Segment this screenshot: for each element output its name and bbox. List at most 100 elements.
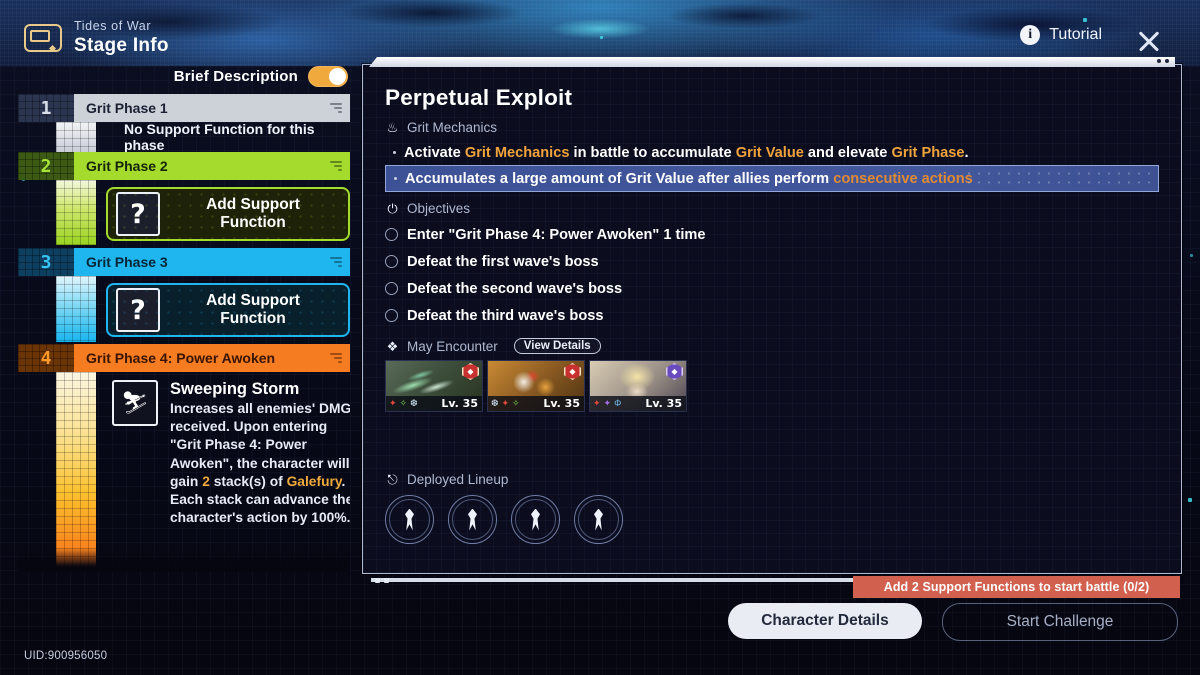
element-icon-fire: ✦: [501, 398, 510, 408]
element-icon-quantum: ✦: [603, 398, 612, 408]
enemy-card[interactable]: ◆ ❆ ✦ ✧ Lv. 35: [487, 360, 585, 412]
lineup-slot[interactable]: [574, 495, 623, 544]
phase-bar: Grit Phase 4: Power Awoken: [74, 344, 350, 372]
mech-part-highlight: Grit Value: [735, 144, 804, 161]
mech-part-highlight: Grit Phase: [891, 144, 965, 161]
brief-description-row: Brief Description: [18, 64, 350, 88]
no-support-text: No Support Function for this phase: [124, 121, 315, 153]
phase-corner-icon: [330, 353, 342, 364]
clock-power-icon: ⏻: [387, 201, 398, 216]
character-silhouette-icon: [594, 508, 603, 531]
objective-item: Defeat the second wave's boss: [385, 275, 1159, 302]
mech-text: Activate Grit Mechanics in battle to acc…: [404, 145, 969, 161]
section-header-grit-mechanics: ♨ Grit Mechanics: [385, 120, 1159, 135]
character-silhouette-icon: [468, 508, 477, 531]
section-label: Grit Mechanics: [407, 120, 498, 135]
phase-number-label: 3: [40, 251, 52, 273]
objective-checkbox-icon: [385, 255, 398, 268]
add-support-function-label: Add Support Function: [206, 196, 300, 231]
panel-top-dots: [1157, 59, 1169, 63]
phase-number-badge: 1: [18, 94, 74, 122]
spark-dot: [1188, 498, 1192, 502]
objective-item: Enter "Grit Phase 4: Power Awoken" 1 tim…: [385, 221, 1159, 248]
element-icon-ice: ❆: [410, 398, 418, 408]
question-mark-icon: ?: [116, 288, 160, 332]
phase-body: ⛷ Sweeping Storm Increases all enemies' …: [18, 372, 350, 572]
mech-part: .: [964, 144, 969, 161]
phase-row[interactable]: 3 Grit Phase 3: [18, 248, 350, 276]
add-support-function-button[interactable]: ? Add Support Function: [106, 187, 350, 241]
mech-part: Activate: [404, 144, 465, 161]
phase-corner-icon: [330, 257, 342, 268]
objective-label: Defeat the second wave's boss: [407, 280, 623, 297]
enemy-list: ◆ ✦ ✧ ❆ Lv. 35 ◆ ❆ ✦ ✧ Lv. 35 ◆ ✦ ✦ Φ Lv…: [385, 360, 1159, 412]
phase-gradient-strip: [56, 276, 96, 342]
brief-description-toggle[interactable]: [308, 65, 348, 87]
running-figure-icon: ⛷: [112, 380, 158, 426]
lineup-slot[interactable]: [448, 495, 497, 544]
panel-content: Perpetual Exploit ♨ Grit Mechanics Activ…: [363, 65, 1181, 573]
mech-part-highlight: consecutive actions: [833, 170, 973, 187]
tutorial-button[interactable]: i Tutorial: [1020, 25, 1102, 45]
phase-number-badge: 3: [18, 248, 74, 276]
spark-dot: [1083, 18, 1087, 22]
phase-label: Grit Phase 2: [86, 158, 168, 174]
element-icon-fire: ✦: [389, 398, 397, 408]
page-title: Stage Info: [74, 34, 169, 56]
question-mark-icon: ?: [116, 192, 160, 236]
enemy-footer: ✦ ✦ Φ Lv. 35: [590, 396, 686, 411]
phase-number-badge: 2: [18, 152, 74, 180]
close-icon[interactable]: [1136, 28, 1162, 54]
phase-gradient-strip: [56, 180, 96, 245]
lineup-slot[interactable]: [385, 495, 434, 544]
enemy-card[interactable]: ◆ ✦ ✧ ❆ Lv. 35: [385, 360, 483, 412]
phase-bar: Grit Phase 2: [74, 152, 350, 180]
brief-description-label: Brief Description: [173, 67, 298, 85]
phase-row[interactable]: 1 Grit Phase 1: [18, 94, 350, 122]
spark-dot: [600, 36, 603, 39]
stage-title: Perpetual Exploit: [385, 85, 573, 110]
section-header-may-encounter: ❖ May Encounter View Details: [385, 338, 1159, 354]
cube-icon: ❖: [386, 338, 399, 354]
phase-row[interactable]: 4 Grit Phase 4: Power Awoken: [18, 344, 350, 372]
header-texts: Tides of War Stage Info: [74, 19, 169, 57]
skill-desc-stacks: 2: [202, 473, 210, 489]
info-icon: i: [1020, 25, 1041, 45]
phase-number-label: 4: [40, 347, 52, 369]
support-skill-card[interactable]: ⛷ Sweeping Storm Increases all enemies' …: [106, 372, 350, 527]
phase-body: ? Add Support Function: [18, 276, 350, 344]
section-label: Deployed Lineup: [407, 472, 509, 487]
phase-body: No Support Function for this phase: [18, 121, 350, 153]
view-details-button[interactable]: View Details: [513, 338, 601, 354]
phase-bar: Grit Phase 1: [74, 94, 350, 122]
section-label: Objectives: [407, 201, 471, 216]
stage-info-screen: Tides of War Stage Info i Tutorial Brief…: [0, 0, 1200, 675]
character-silhouette-icon: [531, 508, 540, 531]
mech-part: Accumulates a large amount of Grit Value…: [405, 170, 834, 187]
character-details-button[interactable]: Character Details: [728, 603, 922, 639]
add-support-function-label: Add Support Function: [206, 292, 300, 327]
tutorial-label: Tutorial: [1049, 26, 1102, 43]
objective-checkbox-icon: [385, 282, 398, 295]
objective-label: Defeat the first wave's boss: [407, 253, 599, 270]
enemy-footer: ❆ ✦ ✧ Lv. 35: [488, 396, 584, 411]
objective-checkbox-icon: [385, 309, 398, 322]
add-support-function-button[interactable]: ? Add Support Function: [106, 283, 350, 337]
phase-support-area: ⛷ Sweeping Storm Increases all enemies' …: [96, 372, 350, 572]
spark-dot: [1190, 254, 1193, 257]
header-left: Tides of War Stage Info: [24, 19, 169, 57]
start-challenge-button[interactable]: Start Challenge: [942, 603, 1178, 641]
enemy-footer: ✦ ✧ ❆ Lv. 35: [386, 396, 482, 411]
enemy-card[interactable]: ◆ ✦ ✦ Φ Lv. 35: [589, 360, 687, 412]
stage-detail-panel: Perpetual Exploit ♨ Grit Mechanics Activ…: [362, 57, 1182, 583]
phase-gradient-strip: [56, 122, 96, 152]
phase-row[interactable]: 2 Grit Phase 2: [18, 152, 350, 180]
phase-list: 1 Grit Phase 1 No Support Function for t…: [18, 94, 350, 572]
lineup-slot[interactable]: [511, 495, 560, 544]
phase-label: Grit Phase 4: Power Awoken: [86, 350, 276, 366]
grit-mechanic-line-selected[interactable]: Accumulates a large amount of Grit Value…: [385, 165, 1159, 192]
phase-label: Grit Phase 3: [86, 254, 168, 270]
enemy-level: Lv. 35: [645, 397, 682, 410]
section-header-objectives: ⏻ Objectives: [385, 201, 1159, 216]
support-skill-name: Sweeping Storm: [170, 380, 300, 398]
